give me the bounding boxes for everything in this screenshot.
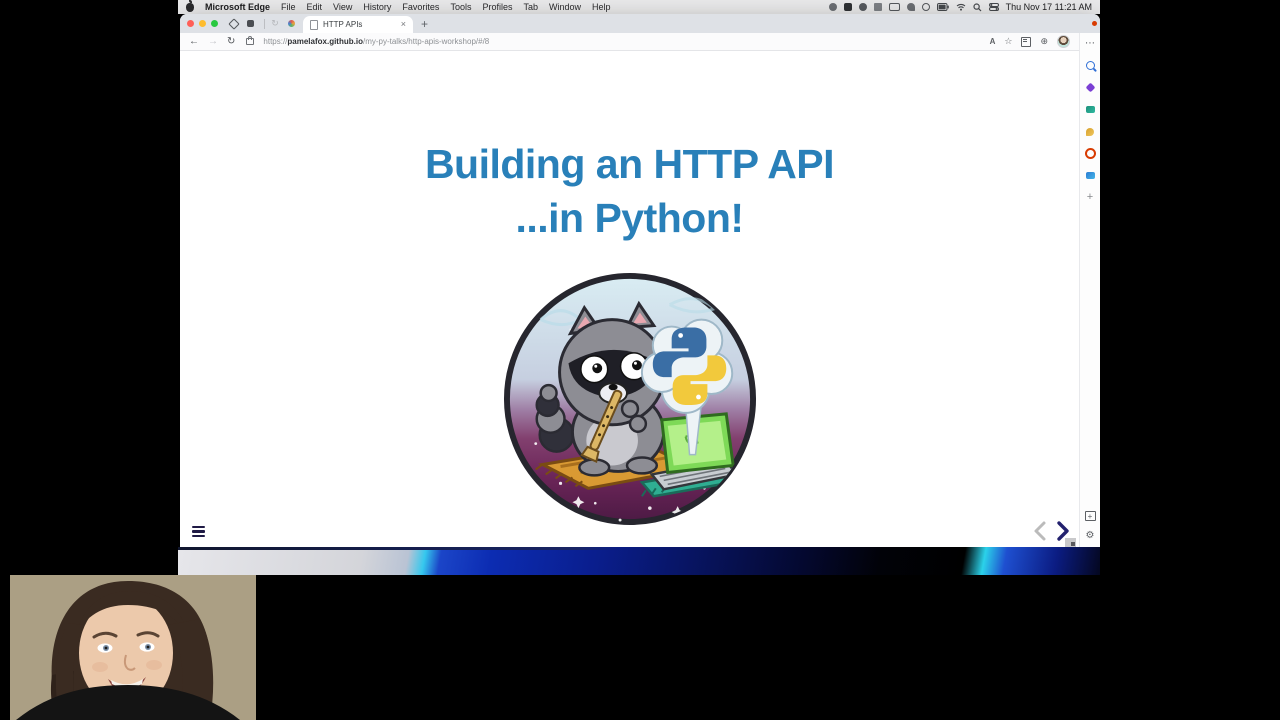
forward-icon[interactable]: → bbox=[208, 36, 218, 47]
zoom-window-button[interactable] bbox=[211, 20, 218, 27]
menu-history[interactable]: History bbox=[363, 2, 391, 12]
back-icon[interactable]: ← bbox=[189, 36, 199, 47]
battery-icon[interactable] bbox=[936, 3, 949, 11]
slide-menu-hamburger-icon[interactable] bbox=[192, 525, 205, 537]
menu-edit[interactable]: Edit bbox=[307, 2, 323, 12]
screen-capture-area: Microsoft Edge File Edit View History Fa… bbox=[178, 0, 1100, 575]
previous-slide-arrow-icon[interactable] bbox=[1032, 520, 1048, 542]
vertical-tabs-icon[interactable] bbox=[228, 17, 240, 30]
menu-help[interactable]: Help bbox=[592, 2, 611, 12]
refresh-icon[interactable]: ↻ bbox=[227, 36, 235, 47]
new-tab-button[interactable]: + bbox=[421, 18, 428, 30]
app-menu-title[interactable]: Microsoft Edge bbox=[205, 2, 270, 12]
menu-window[interactable]: Window bbox=[549, 2, 581, 12]
site-info-lock-icon[interactable] bbox=[246, 36, 255, 45]
close-window-button[interactable] bbox=[187, 20, 194, 27]
translate-globe-icon[interactable]: ⊕ bbox=[1040, 37, 1048, 46]
status-app-icon-1[interactable] bbox=[828, 3, 837, 11]
tabstrip-divider bbox=[264, 18, 265, 29]
desktop-wallpaper-strip bbox=[178, 547, 1100, 575]
window-controls bbox=[187, 20, 218, 27]
status-app-icon-5[interactable] bbox=[888, 3, 900, 11]
menu-profiles[interactable]: Profiles bbox=[482, 2, 512, 12]
menu-tools[interactable]: Tools bbox=[450, 2, 471, 12]
sidebar-outlook-icon[interactable] bbox=[1085, 170, 1096, 181]
sidebar-tools-icon[interactable] bbox=[1085, 126, 1096, 137]
collections-icon[interactable] bbox=[1021, 36, 1032, 47]
read-aloud-icon[interactable]: A bbox=[990, 37, 996, 46]
add-favorite-star-icon[interactable]: ☆ bbox=[1004, 37, 1012, 46]
slide-page: Building an HTTP API ...in Python! bbox=[180, 51, 1079, 547]
control-center-icon[interactable] bbox=[988, 3, 999, 11]
spotlight-search-icon[interactable] bbox=[973, 2, 982, 12]
customize-sidebar-icon[interactable]: + bbox=[1084, 511, 1096, 521]
menubar-clock[interactable]: Thu Nov 17 11:21 AM bbox=[1006, 2, 1092, 12]
active-tab[interactable]: HTTP APIs × bbox=[303, 16, 413, 33]
tab-strip: ↻ HTTP APIs × + bbox=[180, 14, 1100, 33]
status-app-icon-6[interactable] bbox=[906, 3, 915, 11]
sidebar-search-icon[interactable] bbox=[1085, 60, 1096, 71]
menubar-status-area: Thu Nov 17 11:21 AM bbox=[828, 2, 1092, 12]
url-domain: pamelafox.github.io bbox=[287, 37, 363, 46]
status-app-icon-4[interactable] bbox=[873, 3, 882, 11]
menu-favorites[interactable]: Favorites bbox=[402, 2, 439, 12]
sidebar-shopping-icon[interactable] bbox=[1085, 104, 1096, 115]
sync-icon[interactable]: ↻ bbox=[269, 18, 281, 30]
menu-tab[interactable]: Tab bbox=[523, 2, 538, 12]
url-scheme: https:// bbox=[263, 37, 288, 46]
raccoon-python-illustration bbox=[501, 270, 759, 528]
status-app-icon-2[interactable] bbox=[843, 3, 852, 11]
browser-menu-dots-icon[interactable]: ⋯ bbox=[1085, 38, 1096, 49]
menu-file[interactable]: File bbox=[281, 2, 296, 12]
status-app-icon-3[interactable] bbox=[858, 3, 867, 11]
address-bar[interactable]: https:// pamelafox.github.io /my-py-talk… bbox=[263, 37, 489, 46]
wifi-icon[interactable] bbox=[956, 3, 966, 11]
slide-title-line1: Building an HTTP API bbox=[424, 141, 835, 187]
do-not-disturb-icon[interactable] bbox=[921, 3, 930, 11]
profile-avatar[interactable] bbox=[1057, 35, 1070, 48]
extension-pin-icon[interactable] bbox=[285, 18, 297, 30]
sidebar-office-icon[interactable] bbox=[1084, 148, 1096, 159]
edge-sidebar: ⋯ + + ⚙ bbox=[1079, 21, 1100, 547]
raccoon-badge-svg bbox=[503, 272, 756, 526]
workspaces-icon[interactable] bbox=[244, 18, 256, 30]
tab-title: HTTP APIs bbox=[323, 20, 363, 29]
browser-window: ↻ HTTP APIs × + ← → ↻ https:// pamelafox… bbox=[180, 14, 1100, 547]
sidebar-settings-gear-icon[interactable]: ⚙ bbox=[1086, 530, 1095, 541]
url-path: /my-py-talks/http-apis-workshop/#/8 bbox=[362, 37, 490, 46]
macos-menubar: Microsoft Edge File Edit View History Fa… bbox=[178, 0, 1100, 14]
menu-view[interactable]: View bbox=[333, 2, 352, 12]
sidebar-discover-icon[interactable] bbox=[1085, 82, 1096, 93]
update-notification-badge bbox=[1092, 21, 1097, 26]
minimize-window-button[interactable] bbox=[199, 20, 206, 27]
address-toolbar: ← → ↻ https:// pamelafox.github.io /my-p… bbox=[180, 33, 1079, 51]
close-tab-icon[interactable]: × bbox=[401, 20, 406, 29]
sidebar-add-icon[interactable]: + bbox=[1085, 192, 1096, 203]
page-corner-widget[interactable] bbox=[1065, 538, 1076, 547]
webcam-overlay bbox=[0, 575, 256, 720]
presenter-webcam-image bbox=[0, 575, 256, 720]
apple-menu-icon[interactable] bbox=[186, 0, 194, 12]
page-favicon bbox=[310, 19, 318, 30]
slide-title: Building an HTTP API ...in Python! bbox=[180, 137, 1079, 245]
slide-title-line2: ...in Python! bbox=[515, 195, 744, 241]
